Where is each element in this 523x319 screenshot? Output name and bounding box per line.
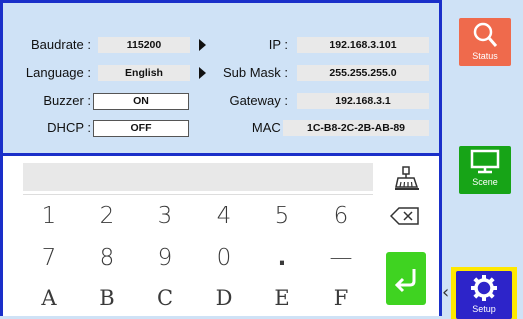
status-button[interactable]: Status xyxy=(459,18,511,66)
key-7[interactable]: 7 xyxy=(21,238,77,278)
setup-label: Setup xyxy=(472,304,496,314)
dhcp-label: DHCP : xyxy=(47,120,91,135)
ip-value[interactable]: 192.168.3.101 xyxy=(297,37,429,53)
language-value[interactable]: English xyxy=(98,65,190,81)
settings-panel: Baudrate : 115200 Language : English Buz… xyxy=(0,0,442,156)
key-c[interactable]: C xyxy=(137,278,193,316)
key-e[interactable]: E xyxy=(254,278,310,316)
buzzer-label: Buzzer : xyxy=(43,93,91,108)
scene-button[interactable]: Scene xyxy=(459,146,511,194)
key-5[interactable]: 5 xyxy=(254,196,310,236)
setup-button[interactable]: Setup xyxy=(456,271,512,319)
backspace-icon xyxy=(390,207,419,225)
key-0[interactable]: 0 xyxy=(196,238,252,278)
keypad-panel: 1 2 3 4 5 6 7 8 9 0 . — A B C D E F xyxy=(0,156,442,316)
key-6[interactable]: 6 xyxy=(313,196,369,236)
gateway-label: Gateway : xyxy=(229,93,288,108)
setup-selected-highlight: Setup xyxy=(451,267,517,319)
keypad-display xyxy=(23,163,373,191)
enter-icon xyxy=(394,268,416,292)
status-label: Status xyxy=(472,51,498,61)
baudrate-label: Baudrate : xyxy=(31,37,91,52)
key-1[interactable]: 1 xyxy=(21,196,77,236)
backspace-button[interactable] xyxy=(377,196,433,236)
key-d[interactable]: D xyxy=(196,278,252,316)
key-f[interactable]: F xyxy=(313,278,369,316)
key-8[interactable]: 8 xyxy=(79,238,135,278)
baudrate-next-arrow-icon[interactable] xyxy=(199,39,206,51)
scene-label: Scene xyxy=(472,177,498,187)
buzzer-toggle[interactable]: ON xyxy=(93,93,189,110)
enter-button[interactable] xyxy=(386,252,426,305)
key-2[interactable]: 2 xyxy=(79,196,135,236)
gateway-value[interactable]: 192.168.3.1 xyxy=(297,93,429,109)
key-b[interactable]: B xyxy=(79,278,135,316)
baudrate-value[interactable]: 115200 xyxy=(98,37,190,53)
clear-brush-icon[interactable] xyxy=(381,160,433,196)
key-9[interactable]: 9 xyxy=(137,238,193,278)
chevron-left-icon: ‹ xyxy=(442,282,450,303)
ip-label: IP : xyxy=(268,37,288,52)
key-4[interactable]: 4 xyxy=(196,196,252,236)
monitor-icon xyxy=(470,149,500,174)
language-label: Language : xyxy=(25,65,91,80)
language-next-arrow-icon[interactable] xyxy=(199,67,206,79)
search-icon xyxy=(473,22,498,47)
key-3[interactable]: 3 xyxy=(137,196,193,236)
key-dot[interactable]: . xyxy=(254,238,310,278)
dhcp-toggle[interactable]: OFF xyxy=(93,120,189,137)
key-a[interactable]: A xyxy=(21,278,77,316)
submask-label: Sub Mask : xyxy=(222,65,288,80)
mac-label: MAC : xyxy=(251,120,288,135)
mac-value: 1C-B8-2C-2B-AB-89 xyxy=(283,120,429,136)
gear-icon xyxy=(471,275,497,301)
submask-value[interactable]: 255.255.255.0 xyxy=(297,65,429,81)
key-dash[interactable]: — xyxy=(313,238,369,278)
